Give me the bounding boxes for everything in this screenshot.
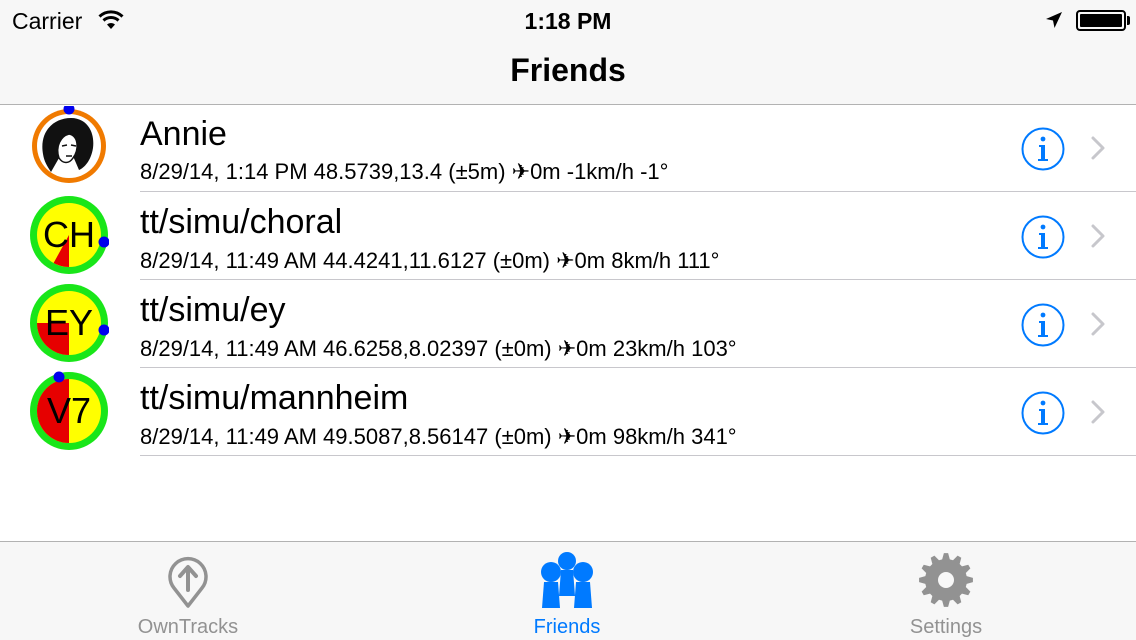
friend-row[interactable]: EY tt/simu/ey 8/29/14, 11:49 AM 46.6258,8.…	[0, 280, 1136, 368]
friend-location-detail: 8/29/14, 11:49 AM 49.5087,8.56147 (±0m) …	[140, 424, 737, 449]
owntracks-pin-icon	[168, 557, 208, 608]
avatar-initials: EY	[45, 302, 93, 343]
chevron-right-icon	[1091, 312, 1105, 336]
friend-initials-avatar: EY	[30, 284, 109, 362]
friend-location-detail: 8/29/14, 11:49 AM 46.6258,8.02397 (±0m) …	[140, 336, 737, 361]
tab-settings[interactable]: Settings	[846, 542, 1046, 640]
info-icon[interactable]	[1021, 215, 1065, 259]
tab-bar: OwnTracks Friends Settings	[0, 541, 1136, 640]
battery-tip	[1127, 16, 1130, 25]
chevron-right-icon	[1091, 224, 1105, 248]
friend-initials-avatar: CH	[30, 196, 109, 274]
info-icon[interactable]	[1021, 303, 1065, 347]
tab-label: Friends	[533, 616, 601, 638]
friend-name: tt/simu/choral	[140, 203, 343, 241]
battery-icon	[1076, 10, 1126, 31]
friend-row[interactable]: CH tt/simu/choral 8/29/14, 11:49 AM 44.424…	[0, 192, 1136, 280]
friend-name: Annie	[140, 115, 227, 153]
avatar-initials: V7	[47, 390, 91, 431]
location-arrow-icon	[1046, 12, 1062, 28]
status-time: 1:18 PM	[524, 8, 612, 34]
navigation-header: Carrier 1:18 PM Friends	[0, 0, 1136, 105]
gear-icon	[919, 553, 973, 607]
tab-label: Settings	[909, 616, 983, 638]
friends-list: Annie 8/29/14, 1:14 PM 48.5739,13.4 (±5m)…	[0, 105, 1136, 456]
tab-label: OwnTracks	[137, 616, 239, 638]
friends-group-icon	[541, 552, 593, 608]
friend-location-detail: 8/29/14, 1:14 PM 48.5739,13.4 (±5m) ✈0m …	[140, 159, 669, 184]
friend-row[interactable]: V7 tt/simu/mannheim 8/29/14, 11:49 AM 49.5…	[0, 368, 1136, 456]
info-icon[interactable]	[1021, 391, 1065, 435]
friend-photo-avatar	[32, 106, 106, 183]
friend-initials-avatar: V7	[30, 371, 108, 450]
friend-name: tt/simu/ey	[140, 291, 286, 329]
friend-name: tt/simu/mannheim	[140, 379, 409, 417]
chevron-right-icon	[1091, 400, 1105, 424]
chevron-right-icon	[1091, 136, 1105, 160]
row-separator	[140, 455, 1136, 456]
status-bar: Carrier 1:18 PM	[0, 0, 1136, 40]
tab-friends[interactable]: Friends	[467, 542, 667, 640]
friend-location-detail: 8/29/14, 11:49 AM 44.4241,11.6127 (±0m) …	[140, 248, 720, 273]
tab-owntracks[interactable]: OwnTracks	[88, 542, 288, 640]
friend-row[interactable]: Annie 8/29/14, 1:14 PM 48.5739,13.4 (±5m)…	[0, 105, 1136, 192]
avatar-initials: CH	[43, 214, 95, 255]
info-icon[interactable]	[1021, 127, 1065, 171]
page-title: Friends	[510, 52, 626, 88]
